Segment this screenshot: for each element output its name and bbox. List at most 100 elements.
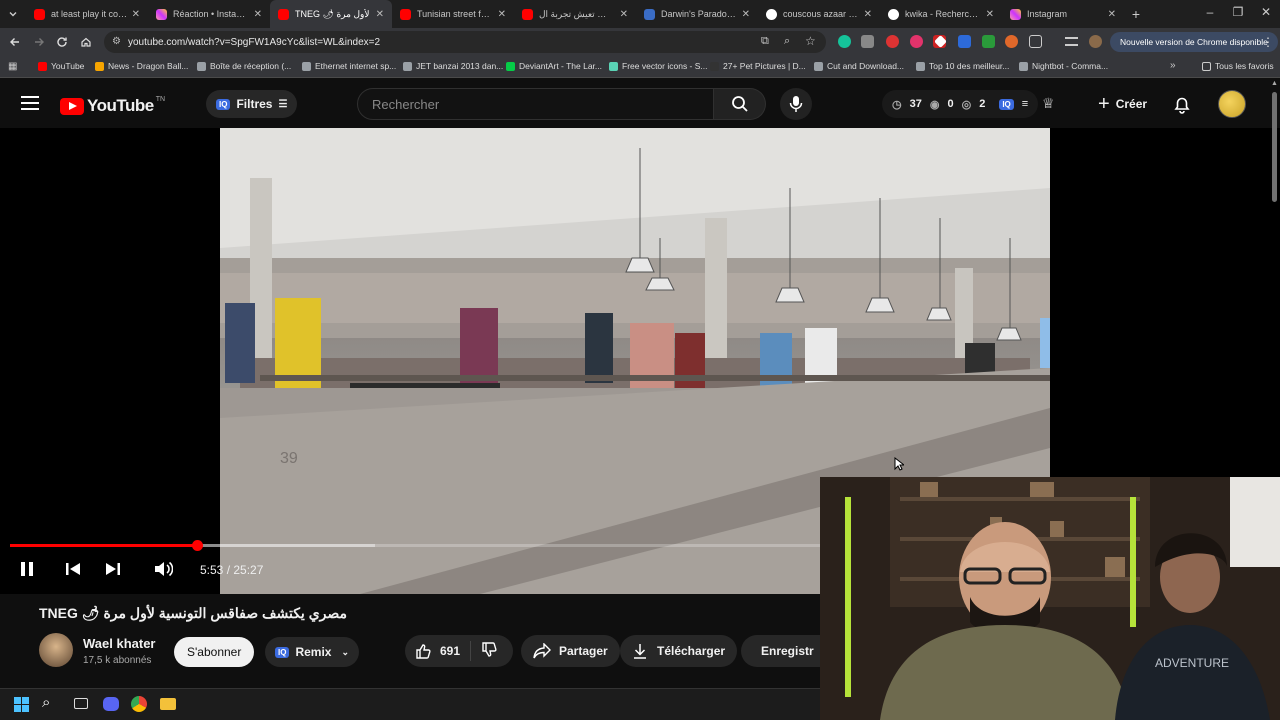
bookmark-item[interactable]: JET banzai 2013 dan... [403, 61, 503, 71]
download-button[interactable]: Télécharger [620, 635, 738, 667]
media-controls-icon[interactable] [1065, 37, 1078, 46]
share-button[interactable]: Partager [521, 635, 620, 667]
youtube-logo[interactable]: YouTube TN [60, 96, 165, 116]
browser-tab[interactable]: couscous azaar allou ✕ [758, 0, 880, 28]
pause-button[interactable] [18, 560, 36, 583]
chrome-icon[interactable] [131, 696, 147, 712]
forward-button[interactable] [27, 30, 51, 54]
remix-button[interactable]: IQ Remix ⌄ [265, 637, 360, 667]
bookmarks-overflow-icon[interactable]: » [1170, 60, 1176, 71]
taskbar-search-icon[interactable]: ⌕ [42, 694, 50, 711]
profile-avatar-icon[interactable] [1089, 35, 1102, 48]
notifications-button[interactable] [1172, 94, 1192, 119]
extension-badge-icon[interactable] [886, 35, 899, 48]
previous-button[interactable] [64, 560, 82, 583]
extension-icon[interactable] [838, 35, 851, 48]
all-bookmarks-folder[interactable]: Tous les favoris [1202, 61, 1274, 71]
bookmarks-bar: ▦ YouTube News - Dragon Ball... Boîte de r… [0, 56, 1280, 78]
bookmark-label: Free vector icons - S... [622, 61, 708, 71]
bookmark-item[interactable]: News - Dragon Ball... [95, 61, 188, 71]
browser-tab[interactable]: Tunisian street food ✕ [392, 0, 514, 28]
scrollbar-thumb[interactable] [1272, 92, 1277, 202]
close-tab-icon[interactable]: ✕ [986, 9, 994, 20]
close-tab-icon[interactable]: ✕ [864, 9, 872, 20]
extension-green-icon[interactable] [982, 35, 995, 48]
bookmark-item[interactable]: Top 10 des meilleur... [916, 61, 1009, 71]
menu-kebab-icon[interactable]: ⋮ [1262, 35, 1274, 49]
next-button[interactable] [104, 560, 122, 583]
reload-button[interactable] [50, 30, 74, 54]
bookmark-label: 27+ Pet Pictures | D... [723, 61, 806, 71]
browser-tab[interactable]: at least play it cool - ✕ [26, 0, 148, 28]
address-bar[interactable]: ⚙ youtube.com/watch?v=SpgFW1A9cYc&list=W… [104, 31, 826, 53]
browser-tab[interactable]: Instagram ✕ [1002, 0, 1124, 28]
apps-grid-icon[interactable]: ▦ [8, 61, 17, 72]
bookmark-star-icon[interactable]: ☆ [805, 34, 816, 48]
browser-tab[interactable]: TNEG 🌶 لأول مرة ✕ [270, 0, 392, 28]
browser-tab[interactable]: Darwin's Paradox! su ✕ [636, 0, 758, 28]
cast-icon[interactable]: ⧉ [761, 35, 769, 48]
extension-blue-icon[interactable] [958, 35, 971, 48]
trophy-icon[interactable]: ♕ [1042, 95, 1055, 112]
discord-icon[interactable] [103, 697, 119, 711]
bookmark-item[interactable]: 27+ Pet Pictures | D... [710, 61, 806, 71]
plus-icon: + [1098, 92, 1110, 115]
close-tab-icon[interactable]: ✕ [254, 9, 262, 20]
close-tab-icon[interactable]: ✕ [620, 9, 628, 20]
close-tab-icon[interactable]: ✕ [742, 9, 750, 20]
close-tab-icon[interactable]: ✕ [1108, 9, 1116, 20]
close-tab-icon[interactable]: ✕ [132, 9, 140, 20]
bookmark-item[interactable]: Ethernet internet sp... [302, 61, 396, 71]
iq-stats-widget[interactable]: ◷ 37 ◉ 0 ◎ 2 IQ ≡ [882, 90, 1039, 118]
dislike-button[interactable] [471, 641, 498, 661]
site-info-icon[interactable]: ⚙ [112, 36, 121, 47]
close-window-button[interactable]: ✕ [1252, 0, 1280, 24]
page-scrollbar[interactable]: ▲ [1270, 80, 1278, 480]
home-button[interactable] [74, 30, 98, 54]
subscribe-button[interactable]: S'abonner [174, 637, 255, 667]
tab-search-button[interactable] [0, 2, 26, 26]
save-button[interactable]: Enregistr [741, 635, 820, 667]
account-avatar[interactable] [1218, 90, 1246, 118]
create-button[interactable]: + Créer [1090, 90, 1155, 118]
file-explorer-icon[interactable] [160, 698, 176, 710]
home-icon [81, 37, 91, 47]
voice-search-button[interactable] [780, 88, 812, 120]
camera-extension-icon[interactable] [861, 35, 874, 48]
zoom-icon[interactable]: ⌕ [784, 35, 790, 48]
progress-bar[interactable] [10, 540, 820, 551]
restore-window-button[interactable]: ❐ [1224, 0, 1252, 24]
extensions-puzzle-icon[interactable] [1029, 35, 1042, 48]
new-tab-button[interactable]: + [1124, 2, 1148, 26]
close-tab-icon[interactable]: ✕ [498, 9, 506, 20]
bookmark-item[interactable]: Nightbot - Comma... [1019, 61, 1108, 71]
bookmark-item[interactable]: YouTube [38, 61, 84, 71]
svg-text:ADVENTURE: ADVENTURE [1155, 656, 1229, 670]
browser-tab[interactable]: Réaction • Instagram ✕ [148, 0, 270, 28]
filters-button[interactable]: IQ Filtres ☰ [206, 90, 298, 118]
extension-pink-icon[interactable] [910, 35, 923, 48]
bookmark-item[interactable]: Cut and Download... [814, 61, 904, 71]
volume-button[interactable] [153, 560, 174, 583]
bookmark-item[interactable]: Free vector icons - S... [609, 61, 708, 71]
browser-tab[interactable]: كيفاش تعيش تجربة ال ✕ [514, 0, 636, 28]
channel-avatar[interactable] [39, 633, 73, 667]
task-view-icon[interactable] [74, 698, 88, 709]
close-tab-icon[interactable]: ✕ [376, 9, 384, 20]
minimize-window-button[interactable]: – [1196, 0, 1224, 24]
hamburger-menu-icon[interactable] [21, 96, 39, 110]
windows-start-icon[interactable] [14, 697, 29, 712]
chrome-update-button[interactable]: Nouvelle version de Chrome disponible [1110, 32, 1278, 52]
like-button[interactable]: 691 [405, 641, 471, 661]
search-button[interactable] [714, 88, 766, 120]
scroll-up-icon[interactable]: ▲ [1271, 80, 1278, 87]
thumbs-down-icon [482, 642, 497, 657]
back-button[interactable] [3, 30, 27, 54]
bookmark-item[interactable]: DeviantArt - The Lar... [506, 61, 602, 71]
search-input[interactable]: Rechercher [357, 88, 714, 120]
scrubber-handle[interactable] [192, 540, 204, 551]
browser-tab[interactable]: kwika - Recherche G ✕ [880, 0, 1002, 28]
bookmark-item[interactable]: Boîte de réception (... [197, 61, 291, 71]
channel-name[interactable]: Wael khater [83, 636, 156, 651]
extension-orange-icon[interactable] [1005, 35, 1018, 48]
